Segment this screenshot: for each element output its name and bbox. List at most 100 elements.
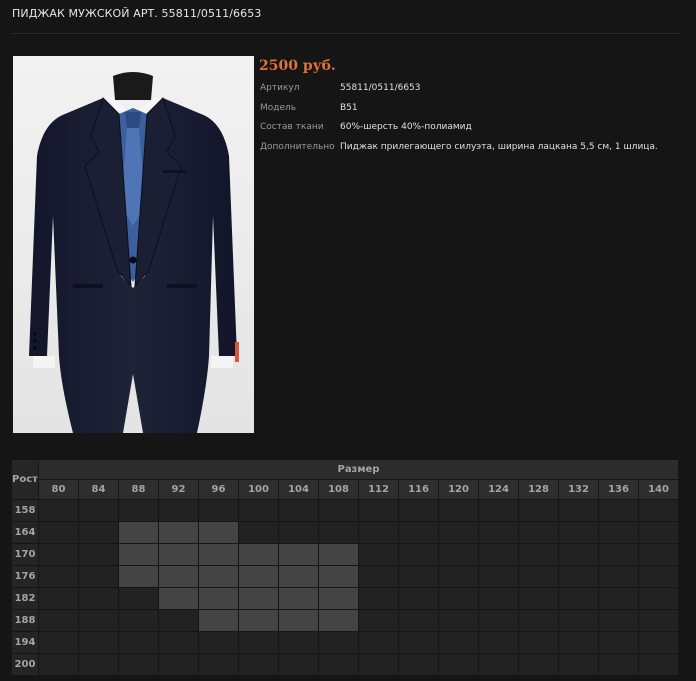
size-cell-available[interactable] [198,609,239,632]
size-cell-empty [518,499,559,522]
page-title: ПИДЖАК МУЖСКОЙ АРТ. 55811/0511/6653 [12,7,262,20]
height-row-170: 170 [11,543,679,566]
size-cell-empty [558,609,599,632]
size-cell-empty [398,543,439,566]
size-cell-empty [438,631,479,654]
size-cell-empty [118,609,159,632]
size-cell-empty [638,609,679,632]
size-cell-available[interactable] [278,543,319,566]
size-cell-available[interactable] [198,543,239,566]
size-cell-empty [518,587,559,610]
size-cell-empty [638,631,679,654]
size-cell-empty [598,653,639,676]
size-col-112: 112 [358,479,399,500]
spec-key: Дополнительно [260,141,335,152]
height-label: 164 [11,521,39,544]
size-cell-available[interactable] [118,543,159,566]
size-cell-empty [38,653,79,676]
size-col-116: 116 [398,479,439,500]
height-row-194: 194 [11,631,679,654]
size-cell-available[interactable] [318,587,359,610]
size-cell-empty [438,499,479,522]
size-cell-empty [318,499,359,522]
size-cell-empty [598,609,639,632]
size-cell-empty [318,653,359,676]
product-photo[interactable] [13,56,254,433]
size-col-108: 108 [318,479,359,500]
size-cell-empty [38,587,79,610]
size-cell-empty [358,609,399,632]
size-cell-empty [158,609,199,632]
spec-value: Пиджак прилегающего силуэта, ширина лацк… [340,141,658,152]
size-cell-empty [558,565,599,588]
size-cell-available[interactable] [118,565,159,588]
price: 2500 руб. [259,58,336,74]
size-col-96: 96 [198,479,239,500]
size-cell-empty [398,565,439,588]
size-grid: Рост Размер 80 84 88 92 96 100 104 108 112 116 120… [11,459,679,676]
size-cell-available[interactable] [158,565,199,588]
size-cell-empty [118,499,159,522]
size-cell-available[interactable] [278,565,319,588]
size-cell-available[interactable] [318,565,359,588]
size-cell-available[interactable] [158,587,199,610]
size-cell-empty [38,565,79,588]
size-cell-available[interactable] [198,521,239,544]
size-cell-empty [278,631,319,654]
size-cell-empty [438,565,479,588]
size-col-136: 136 [598,479,639,500]
size-cell-available[interactable] [198,565,239,588]
size-cell-empty [198,653,239,676]
size-cell-empty [118,653,159,676]
size-cell-empty [78,499,119,522]
size-cell-empty [438,587,479,610]
size-cell-available[interactable] [278,609,319,632]
size-cell-empty [358,543,399,566]
size-cell-empty [158,631,199,654]
size-cell-available[interactable] [198,587,239,610]
height-row-176: 176 [11,565,679,588]
size-cell-empty [278,653,319,676]
size-cell-empty [478,499,519,522]
size-cell-empty [638,521,679,544]
size-cell-empty [238,499,279,522]
divider [12,33,680,34]
size-cell-empty [238,521,279,544]
size-cell-empty [38,521,79,544]
size-cell-empty [358,653,399,676]
size-header-row: 80 84 88 92 96 100 104 108 112 116 120 124 128 132 136… [12,479,679,500]
size-cell-empty [438,653,479,676]
size-cell-empty [198,631,239,654]
size-cell-empty [558,653,599,676]
size-cell-available[interactable] [318,609,359,632]
size-cell-empty [598,631,639,654]
spec-key: Модель [260,102,297,113]
size-cell-available[interactable] [238,587,279,610]
size-cell-empty [398,631,439,654]
size-cell-available[interactable] [238,609,279,632]
size-cell-empty [398,587,439,610]
size-cell-empty [358,521,399,544]
size-cell-empty [518,543,559,566]
size-cell-available[interactable] [158,521,199,544]
size-cell-empty [78,653,119,676]
size-cell-available[interactable] [238,543,279,566]
spec-value: B51 [340,102,358,113]
size-cell-available[interactable] [318,543,359,566]
spec-key: Артикул [260,83,300,93]
size-cell-empty [398,521,439,544]
spec-key: Состав ткани [260,122,324,132]
height-row-188: 188 [11,609,679,632]
size-cell-available[interactable] [278,587,319,610]
size-cell-available[interactable] [118,521,159,544]
size-cell-empty [558,499,599,522]
size-cell-empty [358,499,399,522]
size-cell-available[interactable] [238,565,279,588]
size-cell-empty [38,499,79,522]
size-header: Размер [38,459,679,480]
size-cell-empty [558,587,599,610]
size-cell-empty [118,587,159,610]
height-label: 170 [11,543,39,566]
size-cell-empty [78,587,119,610]
size-cell-available[interactable] [158,543,199,566]
